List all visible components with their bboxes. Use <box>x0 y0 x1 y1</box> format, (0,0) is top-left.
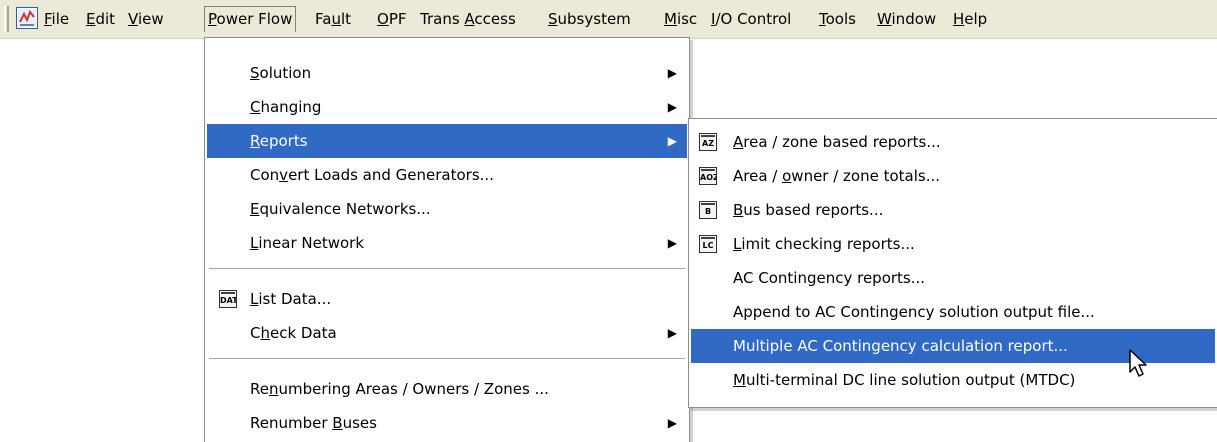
menu-help[interactable]: Help <box>950 6 990 32</box>
menu-item-area-zone-reports[interactable]: AZ Area / zone based reports... <box>691 125 1215 159</box>
menu-misc[interactable]: Misc <box>661 6 700 32</box>
menu-item-renumbering-areas[interactable]: Renumbering Areas / Owners / Zones ... <box>207 372 687 406</box>
menu-opf[interactable]: OPF <box>374 6 410 32</box>
submenu-arrow-icon: ▶ <box>667 326 677 340</box>
menu-edit[interactable]: Edit <box>83 6 118 32</box>
menu-item-linear-network[interactable]: Linear Network ▶ <box>207 226 687 260</box>
menu-separator <box>209 268 685 270</box>
menu-item-convert-loads[interactable]: Convert Loads and Generators... <box>207 158 687 192</box>
menu-bar: File Edit View Power Flow Fault OPF Tran… <box>0 0 1217 39</box>
menu-item-reports[interactable]: Reports ▶ <box>207 124 687 158</box>
menu-subsystem[interactable]: Subsystem <box>545 6 634 32</box>
menu-trans-access[interactable]: Trans Access <box>417 6 519 32</box>
submenu-arrow-icon: ▶ <box>667 134 677 148</box>
menu-power-flow[interactable]: Power Flow <box>204 6 297 32</box>
menu-fault[interactable]: Fault <box>312 6 354 32</box>
power-flow-dropdown: Solution ▶ Changing ▶ Reports ▶ Convert Loa… <box>204 37 690 442</box>
menu-item-list-data[interactable]: DAT List Data... <box>207 282 687 316</box>
menu-item-bus-based-reports[interactable]: B Bus based reports... <box>691 193 1215 227</box>
submenu-arrow-icon: ▶ <box>667 66 677 80</box>
area-zone-report-icon: AZ <box>699 133 717 151</box>
menu-item-equivalence-networks[interactable]: Equivalence Networks... <box>207 192 687 226</box>
app-logo-icon[interactable] <box>16 7 38 29</box>
submenu-arrow-icon: ▶ <box>667 416 677 430</box>
menu-io-control[interactable]: I/O Control <box>708 6 794 32</box>
limit-checking-icon: LC <box>699 235 717 253</box>
menu-separator <box>209 358 685 360</box>
menu-file[interactable]: File <box>41 6 72 32</box>
menu-window[interactable]: Window <box>874 6 939 32</box>
menu-item-limit-checking-reports[interactable]: LC Limit checking reports... <box>691 227 1215 261</box>
submenu-arrow-icon: ▶ <box>667 100 677 114</box>
menu-item-renumber-buses[interactable]: Renumber Buses ▶ <box>207 406 687 440</box>
menu-item-ac-contingency-reports[interactable]: AC Contingency reports... <box>691 261 1215 295</box>
menu-item-solution[interactable]: Solution ▶ <box>207 56 687 90</box>
submenu-arrow-icon: ▶ <box>667 236 677 250</box>
menu-item-check-data[interactable]: Check Data ▶ <box>207 316 687 350</box>
bus-report-icon: B <box>699 201 717 219</box>
mouse-cursor-icon <box>1129 349 1147 377</box>
menu-item-area-owner-zone-totals[interactable]: AOZ Area / owner / zone totals... <box>691 159 1215 193</box>
area-owner-zone-icon: AOZ <box>699 167 717 185</box>
menu-item-append-ac-contingency[interactable]: Append to AC Contingency solution output… <box>691 295 1215 329</box>
toolbar-grip[interactable] <box>4 6 9 32</box>
list-data-icon: DAT <box>219 290 237 308</box>
menu-view[interactable]: View <box>125 6 167 32</box>
menu-item-changing[interactable]: Changing ▶ <box>207 90 687 124</box>
menu-tools[interactable]: Tools <box>816 6 859 32</box>
